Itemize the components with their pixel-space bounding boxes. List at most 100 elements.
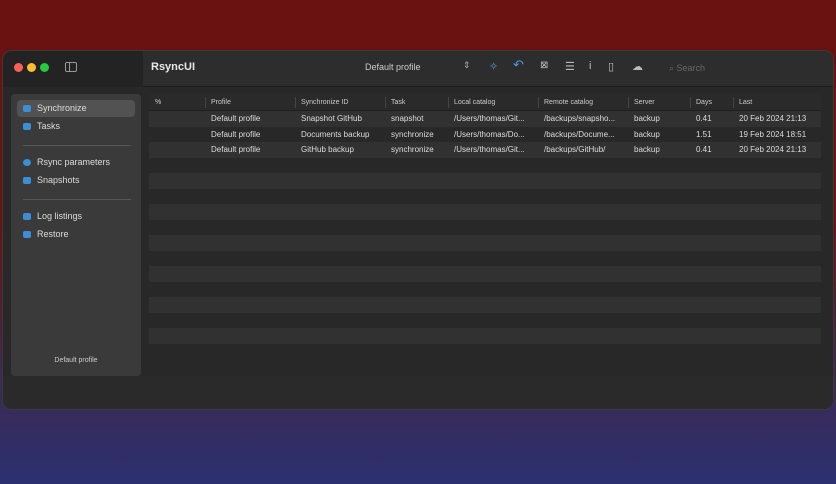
empty-row	[149, 344, 821, 360]
table-cell: /backups/snapsho...	[544, 114, 616, 123]
empty-row	[149, 251, 821, 267]
table-cell: 0.41	[696, 114, 712, 123]
sidebar-item-log-listings[interactable]: Log listings	[17, 208, 135, 225]
column-header[interactable]: Synchronize ID	[301, 94, 348, 111]
empty-row	[149, 158, 821, 174]
column-separator[interactable]	[385, 97, 386, 108]
sidebar-item-label: Synchronize	[37, 103, 87, 113]
table-cell: 19 Feb 2024 18:51	[739, 129, 807, 139]
sidebar-item-restore[interactable]: Restore	[17, 226, 135, 243]
profile-select[interactable]: Default profile	[365, 62, 421, 72]
column-separator[interactable]	[448, 97, 449, 108]
parameters-icon	[23, 159, 31, 166]
bottom-bar	[3, 376, 833, 409]
table-cell: Default profile	[211, 114, 261, 123]
sidebar-profile-label: Default profile	[54, 357, 98, 364]
column-separator[interactable]	[733, 97, 734, 108]
column-header[interactable]: Days	[696, 94, 712, 111]
magic-wand-icon[interactable]: ✧	[489, 60, 498, 73]
close-button[interactable]	[14, 63, 23, 72]
table-cell: backup	[634, 145, 660, 154]
snapshots-icon	[23, 177, 31, 184]
empty-row	[149, 282, 821, 298]
search-icon: ⌕	[669, 63, 677, 73]
log-icon	[23, 213, 31, 220]
table-header: % Profile Synchronize ID Task Local catalog R…	[149, 94, 821, 111]
empty-row	[149, 266, 821, 282]
table-cell: synchronize	[391, 129, 434, 139]
sidebar: Synchronize Tasks Rsync parameters Snaps…	[11, 94, 141, 376]
empty-row	[149, 173, 821, 189]
column-header[interactable]: Server	[634, 94, 655, 111]
restore-icon	[23, 231, 31, 238]
toolbar: RsyncUI Default profile ⇕ ✧ ↶ ⊠ ☰ i ▯ ☁ …	[143, 51, 833, 87]
abort-icon[interactable]: ⊠	[540, 60, 548, 71]
column-header[interactable]: Last	[739, 94, 752, 111]
cloud-icon[interactable]: ☁	[632, 60, 643, 73]
table-cell: Default profile	[211, 145, 261, 154]
empty-row	[149, 297, 821, 313]
empty-row	[149, 313, 821, 329]
app-window: RsyncUI Default profile ⇕ ✧ ↶ ⊠ ☰ i ▯ ☁ …	[2, 50, 834, 410]
sidebar-item-label: Rsync parameters	[37, 157, 111, 167]
table-cell: synchronize	[391, 145, 434, 154]
sync-icon	[23, 105, 31, 112]
column-header[interactable]: Profile	[211, 94, 231, 111]
empty-row	[149, 220, 821, 236]
tasks-icon	[23, 123, 31, 130]
sidebar-item-label: Restore	[37, 229, 69, 239]
tasks-table: % Profile Synchronize ID Task Local catalog R…	[149, 94, 821, 359]
table-row[interactable]: Default profile GitHub backup synchronize /…	[149, 142, 821, 158]
empty-row	[149, 235, 821, 251]
info-icon[interactable]: i	[589, 60, 591, 72]
list-icon[interactable]: ☰	[565, 60, 575, 73]
sidebar-item-tasks[interactable]: Tasks	[17, 118, 135, 135]
column-header[interactable]: %	[155, 94, 161, 111]
table-cell: snapshot	[391, 114, 424, 123]
search-input[interactable]: ⌕ Search	[663, 60, 833, 77]
minimize-button[interactable]	[27, 63, 36, 72]
sidebar-item-label: Log listings	[37, 211, 83, 221]
sidebar-titlebar	[3, 51, 143, 87]
sidebar-item-synchronize[interactable]: Synchronize	[17, 100, 135, 117]
zoom-button[interactable]	[40, 63, 49, 72]
column-header[interactable]: Local catalog	[454, 94, 495, 111]
table-cell: GitHub backup	[301, 145, 354, 154]
table-cell: Default profile	[211, 129, 261, 139]
app-title: RsyncUI	[151, 61, 196, 73]
table-cell: /Users/thomas/Git...	[454, 114, 525, 123]
chevron-updown-icon[interactable]: ⇕	[463, 60, 471, 71]
column-separator[interactable]	[628, 97, 629, 108]
divider	[23, 145, 131, 146]
column-separator[interactable]	[205, 97, 206, 108]
table-cell: 0.41	[696, 145, 712, 154]
sidebar-item-label: Tasks	[37, 121, 61, 131]
table-cell: Snapshot GitHub	[301, 114, 362, 123]
table-cell: /Users/thomas/Git...	[454, 145, 525, 154]
column-header[interactable]: Remote catalog	[544, 94, 593, 111]
table-cell: backup	[634, 114, 660, 123]
table-cell: /Users/thomas/Do...	[454, 129, 525, 139]
empty-row	[149, 189, 821, 205]
document-icon[interactable]: ▯	[608, 60, 614, 73]
divider	[23, 199, 131, 200]
table-cell: 20 Feb 2024 21:13	[739, 114, 807, 123]
column-separator[interactable]	[690, 97, 691, 108]
sidebar-toggle-icon[interactable]	[65, 62, 77, 72]
table-cell: /backups/GitHub/	[544, 145, 606, 154]
table-row[interactable]: Default profile Snapshot GitHub snapshot/U…	[149, 111, 821, 127]
column-separator[interactable]	[538, 97, 539, 108]
sidebar-item-label: Snapshots	[37, 175, 80, 185]
table-cell: backup	[634, 129, 660, 139]
table-cell: Documents backup	[301, 129, 370, 139]
undo-arrow-icon[interactable]: ↶	[513, 57, 524, 73]
table-cell: 20 Feb 2024 21:13	[739, 145, 807, 154]
empty-row	[149, 328, 821, 344]
column-header[interactable]: Task	[391, 94, 405, 111]
table-cell: 1.51	[696, 129, 712, 139]
sidebar-item-snapshots[interactable]: Snapshots	[17, 172, 135, 189]
sidebar-item-rsync-parameters[interactable]: Rsync parameters	[17, 154, 135, 171]
table-cell: /backups/Docume...	[544, 129, 615, 139]
column-separator[interactable]	[295, 97, 296, 108]
table-row[interactable]: Default profile Documents backup synchroni…	[149, 127, 821, 143]
